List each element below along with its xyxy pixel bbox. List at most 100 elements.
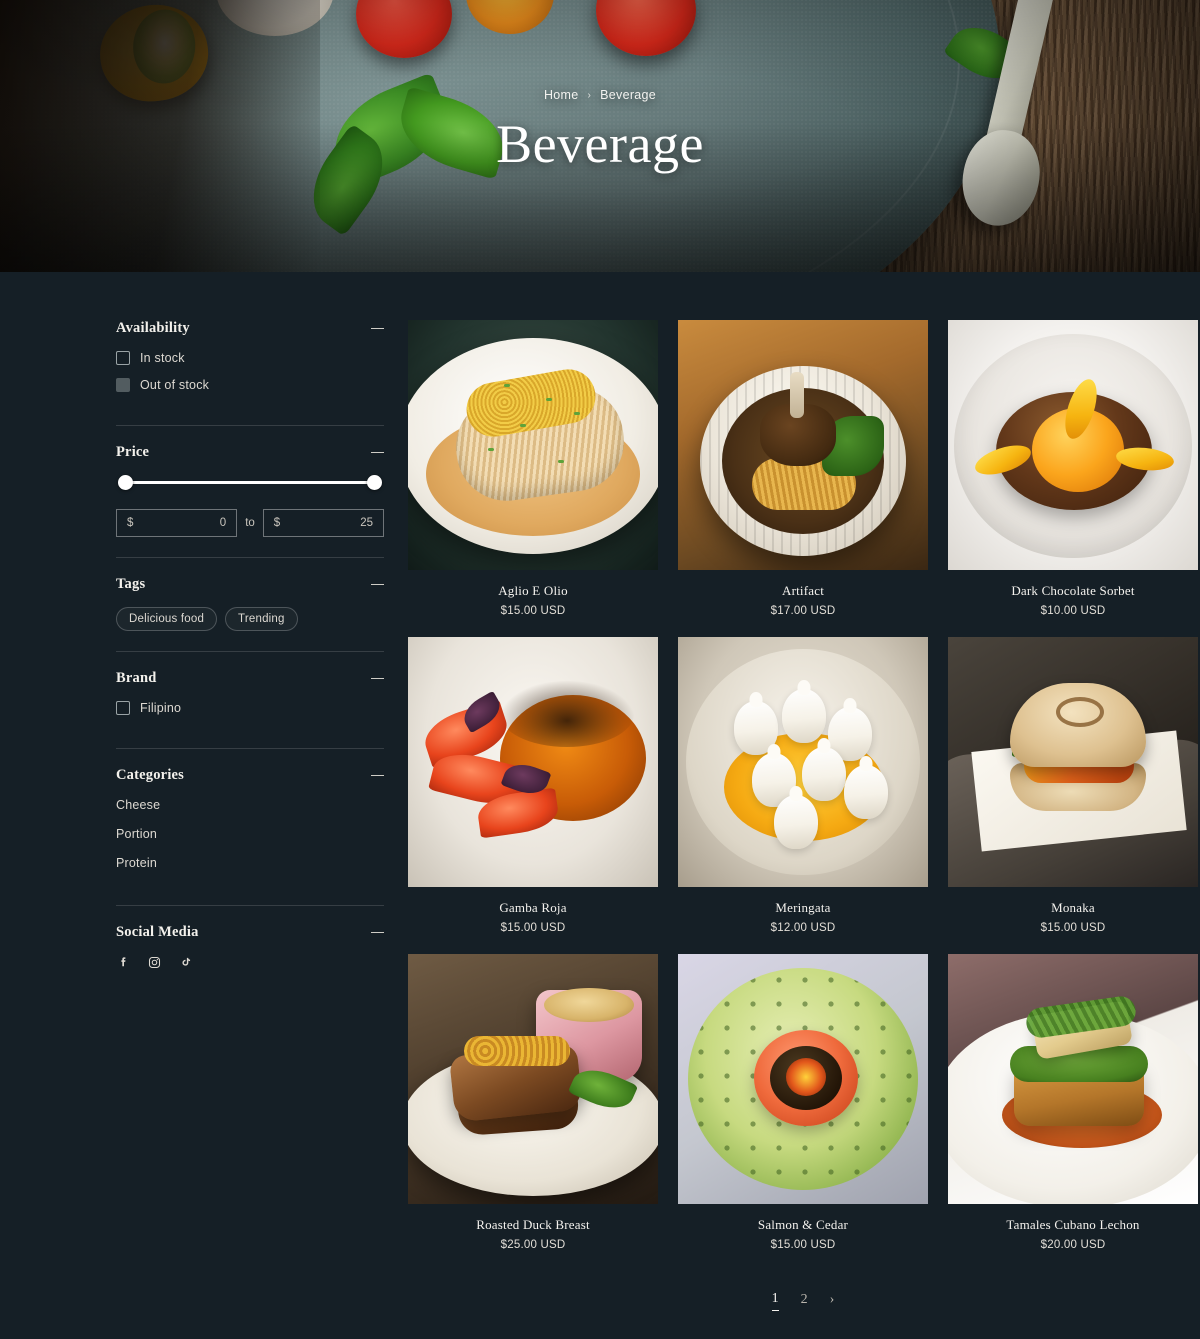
- product-card[interactable]: Roasted Duck Breast $25.00 USD: [408, 954, 658, 1251]
- product-price: $15.00 USD: [1040, 922, 1106, 934]
- facet-availability: Availability In stock Out of stock: [116, 320, 384, 407]
- product-price: $15.00 USD: [500, 922, 566, 934]
- product-price: $12.00 USD: [770, 922, 836, 934]
- tag-chip[interactable]: Trending: [225, 607, 298, 631]
- category-link-portion[interactable]: Portion: [116, 827, 384, 841]
- availability-option-in-stock[interactable]: In stock: [116, 351, 384, 365]
- hero-banner: Home › Beverage Beverage: [0, 0, 1200, 272]
- facet-social-media-title: Social Media: [116, 924, 199, 940]
- facet-tags-header[interactable]: Tags: [116, 576, 384, 593]
- product-grid: Aglio E Olio $15.00 USD Artifact $17.00 …: [408, 320, 1198, 1251]
- minus-icon[interactable]: [371, 583, 384, 586]
- facet-tags: Tags Delicious food Trending: [116, 557, 384, 633]
- category-link-cheese[interactable]: Cheese: [116, 798, 384, 812]
- price-slider-track: [124, 481, 376, 484]
- product-image-dark-chocolate-sorbet[interactable]: [948, 320, 1198, 570]
- brand-label-filipino: Filipino: [140, 701, 182, 715]
- price-inputs-row: $ 0 to $ 25: [116, 509, 384, 537]
- product-image-gamba-roja[interactable]: [408, 637, 658, 887]
- facet-availability-title: Availability: [116, 320, 190, 336]
- currency-symbol-min: $: [127, 517, 134, 529]
- product-price: $10.00 USD: [1040, 605, 1106, 617]
- checkbox-out-of-stock[interactable]: [116, 378, 130, 392]
- social-links: [116, 955, 384, 970]
- product-name: Roasted Duck Breast: [476, 1217, 590, 1232]
- facebook-icon[interactable]: [116, 955, 131, 970]
- price-slider-handle-max[interactable]: [367, 475, 382, 490]
- facet-social-media: Social Media: [116, 905, 384, 972]
- pagination: 1 2 ›: [408, 1291, 1198, 1311]
- filter-sidebar: Availability In stock Out of stock Price: [116, 320, 384, 1311]
- product-card[interactable]: Salmon & Cedar $15.00 USD: [678, 954, 928, 1251]
- facet-price-header[interactable]: Price: [116, 444, 384, 461]
- facet-brand: Brand Filipino: [116, 651, 384, 730]
- minus-icon[interactable]: [371, 931, 384, 934]
- chevron-right-icon[interactable]: ›: [830, 1292, 835, 1311]
- product-price: $17.00 USD: [770, 605, 836, 617]
- product-card[interactable]: Aglio E Olio $15.00 USD: [408, 320, 658, 617]
- product-image-aglio-e-olio[interactable]: [408, 320, 658, 570]
- facet-price: Price $ 0 to $ 25: [116, 425, 384, 539]
- price-slider-handle-min[interactable]: [118, 475, 133, 490]
- availability-option-out-of-stock[interactable]: Out of stock: [116, 378, 384, 392]
- facet-social-media-header[interactable]: Social Media: [116, 924, 384, 941]
- product-name: Tamales Cubano Lechon: [1006, 1217, 1140, 1232]
- facet-categories: Categories Cheese Portion Protein: [116, 748, 384, 887]
- product-card[interactable]: Tamales Cubano Lechon $20.00 USD: [948, 954, 1198, 1251]
- pagination-page-2[interactable]: 2: [801, 1292, 808, 1311]
- page-body: Availability In stock Out of stock Price: [0, 272, 1200, 1311]
- product-name: Monaka: [1051, 900, 1095, 915]
- brand-option-filipino[interactable]: Filipino: [116, 701, 384, 715]
- category-link-protein[interactable]: Protein: [116, 856, 384, 870]
- checkbox-in-stock[interactable]: [116, 351, 130, 365]
- checkbox-filipino[interactable]: [116, 701, 130, 715]
- facet-availability-header[interactable]: Availability: [116, 320, 384, 337]
- product-card[interactable]: Dark Chocolate Sorbet $10.00 USD: [948, 320, 1198, 617]
- tag-list: Delicious food Trending: [116, 607, 384, 631]
- product-name: Aglio E Olio: [498, 583, 568, 598]
- product-name: Dark Chocolate Sorbet: [1011, 583, 1135, 598]
- minus-icon[interactable]: [371, 451, 384, 454]
- product-image-meringata[interactable]: [678, 637, 928, 887]
- price-separator-label: to: [245, 517, 255, 529]
- facet-categories-header[interactable]: Categories: [116, 767, 384, 784]
- breadcrumb-current: Beverage: [600, 88, 657, 102]
- product-card[interactable]: Monaka $15.00 USD: [948, 637, 1198, 934]
- price-max-value: 25: [360, 517, 373, 529]
- breadcrumb-home-link[interactable]: Home: [544, 88, 579, 102]
- product-grid-container: Aglio E Olio $15.00 USD Artifact $17.00 …: [384, 320, 1200, 1311]
- product-card[interactable]: Gamba Roja $15.00 USD: [408, 637, 658, 934]
- price-max-input[interactable]: $ 25: [262, 509, 384, 537]
- availability-label-out-of-stock: Out of stock: [140, 378, 210, 392]
- product-card[interactable]: Meringata $12.00 USD: [678, 637, 928, 934]
- facet-tags-title: Tags: [116, 576, 146, 592]
- tag-chip[interactable]: Delicious food: [116, 607, 218, 631]
- product-name: Salmon & Cedar: [757, 1217, 849, 1232]
- instagram-icon[interactable]: [147, 955, 162, 970]
- product-image-artifact[interactable]: [678, 320, 928, 570]
- product-name: Gamba Roja: [499, 900, 567, 915]
- product-price: $15.00 USD: [770, 1239, 836, 1251]
- minus-icon[interactable]: [371, 327, 384, 330]
- product-image-roasted-duck-breast[interactable]: [408, 954, 658, 1204]
- product-card[interactable]: Artifact $17.00 USD: [678, 320, 928, 617]
- product-name: Artifact: [781, 583, 825, 598]
- facet-categories-title: Categories: [116, 767, 185, 783]
- product-price: $15.00 USD: [500, 605, 566, 617]
- page-title: Beverage: [496, 114, 704, 174]
- product-image-monaka[interactable]: [948, 637, 1198, 887]
- price-min-input[interactable]: $ 0: [116, 509, 238, 537]
- minus-icon[interactable]: [371, 774, 384, 777]
- product-price: $25.00 USD: [500, 1239, 566, 1251]
- pagination-page-1[interactable]: 1: [771, 1291, 779, 1311]
- minus-icon[interactable]: [371, 677, 384, 680]
- tiktok-icon[interactable]: [178, 955, 193, 970]
- availability-label-in-stock: In stock: [140, 351, 185, 365]
- currency-symbol-max: $: [273, 517, 281, 529]
- product-image-tamales-cubano-lechon[interactable]: [948, 954, 1198, 1204]
- price-range-slider[interactable]: [118, 475, 382, 491]
- facet-price-title: Price: [116, 444, 150, 460]
- price-min-value: 0: [219, 517, 227, 529]
- product-image-salmon-and-cedar[interactable]: [678, 954, 928, 1204]
- facet-brand-header[interactable]: Brand: [116, 670, 384, 687]
